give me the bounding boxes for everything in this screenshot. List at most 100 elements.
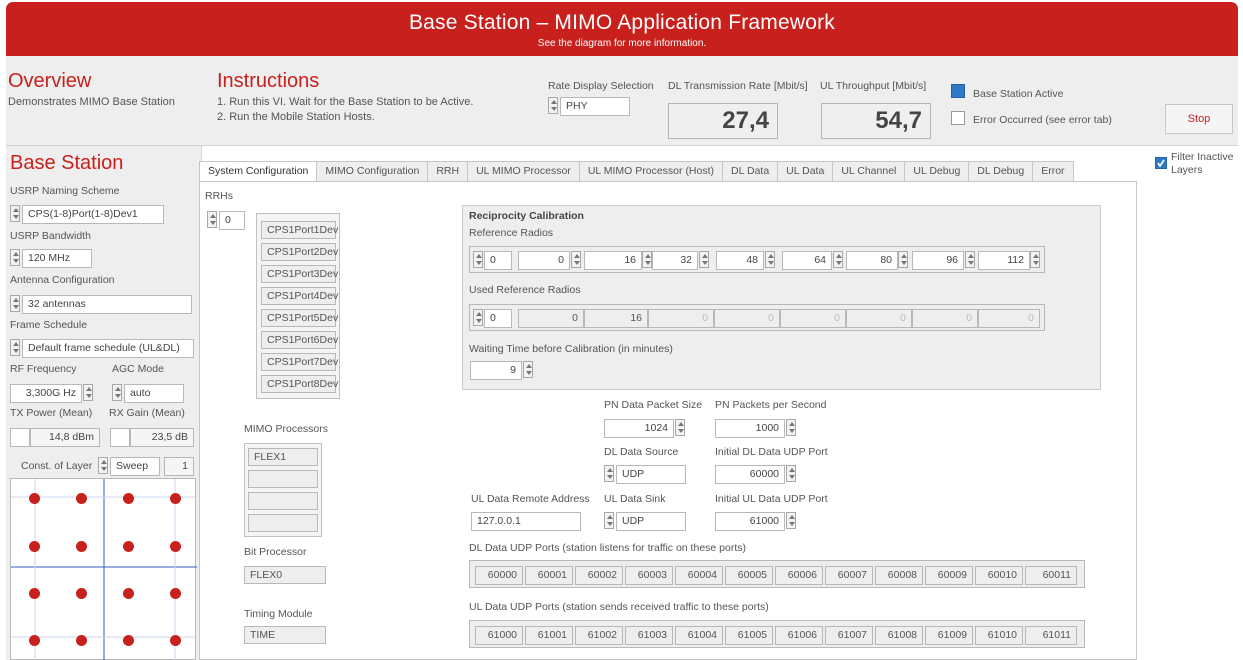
const-mode-select[interactable]: Sweep <box>110 457 160 476</box>
bit-processor-value[interactable]: FLEX0 <box>244 566 326 584</box>
check-icon <box>1157 159 1165 168</box>
ul-remote-address-label: UL Data Remote Address <box>471 493 590 505</box>
reference-radios-index[interactable]: 0 <box>484 251 512 270</box>
naming-scheme-select[interactable]: CPS(1-8)Port(1-8)Dev1 <box>22 205 164 224</box>
const-mode-spinner[interactable] <box>98 457 108 474</box>
frame-schedule-spinner[interactable] <box>10 339 20 356</box>
reference-radio-value[interactable]: 80 <box>846 251 898 270</box>
reference-radio-spinner[interactable] <box>898 251 908 268</box>
dl-port-cell: 60000 <box>475 566 523 585</box>
antenna-config-select[interactable]: 32 antennas <box>22 295 192 314</box>
tab-ul-channel[interactable]: UL Channel <box>833 161 906 182</box>
title-banner: Base Station – MIMO Application Framewor… <box>6 2 1238 56</box>
waiting-time-spinner[interactable] <box>523 361 533 378</box>
dl-data-source-select[interactable]: UDP <box>616 465 686 484</box>
used-reference-radio-value: 0 <box>846 309 912 328</box>
rrh-device-5[interactable]: CPS1Port5Dev <box>261 309 338 327</box>
bandwidth-select[interactable]: 120 MHz <box>22 249 92 268</box>
pn-packets-per-second-spinner[interactable] <box>786 419 796 436</box>
reference-radio-value[interactable]: 96 <box>912 251 964 270</box>
ul-remote-address-input[interactable]: 127.0.0.1 <box>471 512 581 531</box>
reference-radio-value[interactable]: 48 <box>716 251 764 270</box>
reference-radio-spinner[interactable] <box>699 251 709 268</box>
initial-ul-port-spinner[interactable] <box>786 512 796 529</box>
reference-radios-spinner[interactable] <box>473 251 483 268</box>
rrh-device-7[interactable]: CPS1Port7Dev <box>261 353 338 371</box>
reference-radio-value[interactable]: 32 <box>652 251 698 270</box>
ul-data-sink-spinner[interactable] <box>604 512 614 529</box>
const-layer-value: 1 <box>164 457 194 476</box>
tab-rrh[interactable]: RRH <box>428 161 469 182</box>
tab-ul-mimo-processor-host[interactable]: UL MIMO Processor (Host) <box>579 161 724 182</box>
timing-module-value[interactable]: TIME <box>244 626 326 644</box>
ul-port-cell: 61008 <box>875 626 923 645</box>
ul-throughput-value: 54,7 <box>821 103 931 139</box>
reference-radio-value[interactable]: 16 <box>584 251 642 270</box>
mimo-processor-4[interactable] <box>248 514 318 532</box>
reference-radio-spinner[interactable] <box>833 251 843 268</box>
rrh-device-6[interactable]: CPS1Port6Dev <box>261 331 338 349</box>
bandwidth-spinner[interactable] <box>10 249 20 266</box>
pn-packet-size-spinner[interactable] <box>675 419 685 436</box>
rrh-device-4[interactable]: CPS1Port4Dev <box>261 287 338 305</box>
mimo-processor-3[interactable] <box>248 492 318 510</box>
rf-frequency-spinner[interactable] <box>83 384 93 401</box>
reference-radio-spinner[interactable] <box>1030 251 1040 268</box>
reference-radio-value[interactable]: 64 <box>782 251 832 270</box>
ul-data-sink-select[interactable]: UDP <box>616 512 686 531</box>
instructions-title: Instructions <box>217 70 320 92</box>
rrh-device-8[interactable]: CPS1Port8Dev <box>261 375 338 393</box>
tab-system-configuration[interactable]: System Configuration <box>199 161 318 182</box>
rrh-device-2[interactable]: CPS1Port2Dev <box>261 243 338 261</box>
naming-scheme-spinner[interactable] <box>10 205 20 222</box>
antenna-config-spinner[interactable] <box>10 295 20 312</box>
reference-radio-spinner[interactable] <box>571 251 581 268</box>
tab-dl-debug[interactable]: DL Debug <box>969 161 1034 182</box>
waiting-time-input[interactable]: 9 <box>470 361 522 380</box>
const-of-layer-label: Const. of Layer <box>21 460 93 472</box>
agc-mode-select[interactable]: auto <box>124 384 184 403</box>
used-reference-radios-index[interactable]: 0 <box>484 309 512 328</box>
dl-port-cell: 60003 <box>625 566 673 585</box>
tab-mimo-configuration[interactable]: MIMO Configuration <box>317 161 429 182</box>
reference-radio-spinner[interactable] <box>642 251 652 268</box>
base-station-active-label: Base Station Active <box>973 88 1064 100</box>
initial-dl-port-spinner[interactable] <box>786 465 796 482</box>
pn-packets-per-second-input[interactable]: 1000 <box>715 419 785 438</box>
used-reference-radios-spinner[interactable] <box>473 309 483 326</box>
reference-radio-spinner[interactable] <box>965 251 975 268</box>
ul-data-sink-label: UL Data Sink <box>604 493 666 505</box>
rrhs-index-spinner[interactable] <box>207 211 217 228</box>
rrhs-index-input[interactable]: 0 <box>219 211 245 230</box>
agc-mode-spinner[interactable] <box>112 384 122 401</box>
tab-ul-data[interactable]: UL Data <box>778 161 834 182</box>
naming-scheme-label: USRP Naming Scheme <box>10 185 120 197</box>
filter-inactive-label-1: Filter Inactive <box>1171 151 1234 163</box>
reciprocity-calibration-group <box>462 205 1101 390</box>
constellation-point <box>170 635 181 646</box>
mimo-processor-2[interactable] <box>248 470 318 488</box>
rf-frequency-input[interactable]: 3,300G Hz <box>10 384 82 403</box>
initial-dl-port-input[interactable]: 60000 <box>715 465 785 484</box>
rate-display-select[interactable]: PHY <box>560 97 630 116</box>
initial-ul-port-input[interactable]: 61000 <box>715 512 785 531</box>
mimo-processor-1[interactable]: FLEX1 <box>248 448 318 466</box>
tab-error[interactable]: Error <box>1033 161 1074 182</box>
frame-schedule-select[interactable]: Default frame schedule (UL&DL) <box>22 339 194 358</box>
rate-display-spinner[interactable] <box>548 97 558 114</box>
pn-packet-size-input[interactable]: 1024 <box>604 419 674 438</box>
tab-dl-data[interactable]: DL Data <box>723 161 779 182</box>
rrh-device-3[interactable]: CPS1Port3Dev <box>261 265 338 283</box>
reference-radio-value[interactable]: 0 <box>518 251 570 270</box>
stop-button[interactable]: Stop <box>1165 104 1233 134</box>
dl-ports-label: DL Data UDP Ports (station listens for t… <box>469 542 747 554</box>
reference-radio-value[interactable]: 112 <box>978 251 1030 270</box>
dl-data-source-spinner[interactable] <box>604 465 614 482</box>
tab-ul-debug[interactable]: UL Debug <box>905 161 970 182</box>
tab-ul-mimo-processor[interactable]: UL MIMO Processor <box>468 161 580 182</box>
tab-bar: System Configuration MIMO Configuration … <box>199 161 1074 182</box>
constellation-plot <box>10 478 197 660</box>
reference-radio-spinner[interactable] <box>765 251 775 268</box>
filter-inactive-checkbox[interactable] <box>1155 157 1167 169</box>
rrh-device-1[interactable]: CPS1Port1Dev <box>261 221 338 239</box>
